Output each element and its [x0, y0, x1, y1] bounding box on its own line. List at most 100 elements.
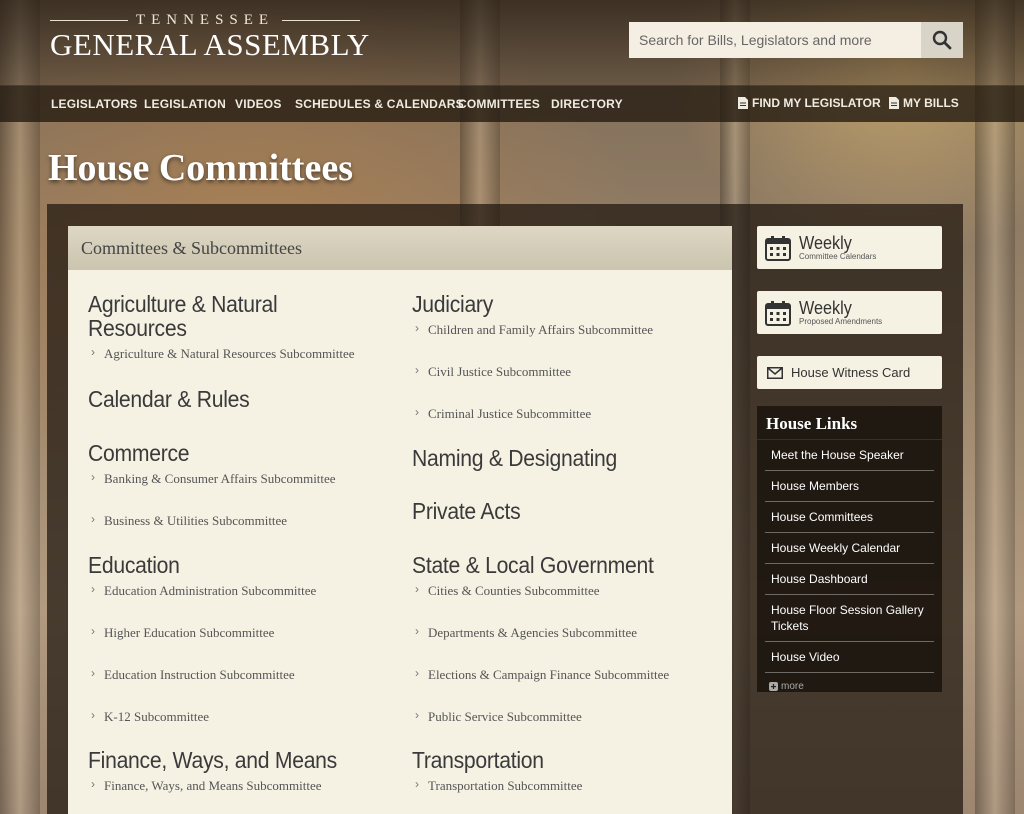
subcommittee-link[interactable]: › Transportation Subcommittee — [412, 777, 732, 794]
subcommittee-label: Banking & Consumer Affairs Subcommittee — [104, 471, 336, 486]
committee-title[interactable]: Private Acts — [412, 499, 706, 523]
chevron-right-icon: › — [415, 321, 419, 335]
find-my-legislator-link[interactable]: FIND MY LEGISLATOR — [738, 96, 881, 110]
committee-title[interactable]: Commerce — [88, 441, 382, 465]
subcommittee-label: Education Administration Subcommittee — [104, 583, 317, 598]
find-my-legislator-label: FIND MY LEGISLATOR — [752, 96, 881, 110]
card-subheading: Proposed Amendments — [799, 316, 883, 326]
committee-title[interactable]: State & Local Government — [412, 553, 706, 577]
search-input[interactable] — [629, 22, 921, 58]
subcommittee-label: Criminal Justice Subcommittee — [428, 406, 592, 421]
subcommittee-link[interactable]: › Criminal Justice Subcommittee — [412, 405, 732, 422]
chevron-right-icon: › — [91, 666, 95, 680]
logo-rule — [282, 20, 361, 21]
chevron-right-icon: › — [91, 708, 95, 722]
chevron-right-icon: › — [91, 582, 95, 596]
chevron-right-icon: › — [415, 363, 419, 377]
search-icon — [932, 30, 952, 50]
chevron-right-icon: › — [91, 345, 95, 359]
document-icon — [889, 97, 899, 109]
logo-title: GENERAL ASSEMBLY — [50, 27, 370, 62]
plus-icon — [769, 682, 778, 691]
house-witness-card-button[interactable]: House Witness Card — [757, 356, 942, 389]
subcommittee-label: Cities & Counties Subcommittee — [428, 583, 600, 598]
committee-title-line: Resources — [88, 315, 187, 341]
nav-legislation[interactable]: LEGISLATION — [144, 97, 226, 111]
panel-title: Committees & Subcommittees — [68, 226, 732, 270]
subcommittee-label: Finance, Ways, and Means Subcommittee — [104, 778, 322, 793]
nav-schedules-calendars[interactable]: SCHEDULES & CALENDARS — [295, 97, 464, 111]
committee-title[interactable]: Agriculture & Natural Resources — [88, 292, 382, 340]
subcommittee-link[interactable]: › Public Service Subcommittee — [412, 708, 732, 725]
subcommittee-link[interactable]: › Business & Utilities Subcommittee — [88, 512, 408, 529]
committee-group: Judiciary › Children and Family Affairs S… — [412, 292, 732, 422]
subcommittee-link[interactable]: › Departments & Agencies Subcommittee — [412, 624, 732, 661]
committee-group: Finance, Ways, and Means › Finance, Ways,… — [88, 748, 408, 794]
chevron-right-icon: › — [415, 582, 419, 596]
chevron-right-icon: › — [415, 708, 419, 722]
site-logo[interactable]: TENNESSEE GENERAL ASSEMBLY — [50, 12, 370, 64]
witness-card-label: House Witness Card — [791, 365, 911, 380]
link-meet-speaker[interactable]: Meet the House Speaker — [765, 440, 934, 471]
subcommittee-link[interactable]: › K-12 Subcommittee — [88, 708, 408, 725]
subcommittee-link[interactable]: › Education Administration Subcommittee — [88, 582, 408, 619]
house-links-panel: House Links Meet the House Speaker House… — [757, 406, 942, 692]
house-links-title: House Links — [757, 406, 942, 440]
search-bar — [629, 22, 963, 58]
subcommittee-link[interactable]: › Education Instruction Subcommittee — [88, 666, 408, 703]
calendar-icon — [765, 235, 791, 261]
chevron-right-icon: › — [91, 470, 95, 484]
subcommittee-label: Civil Justice Subcommittee — [428, 364, 571, 379]
subcommittee-link[interactable]: › Elections & Campaign Finance Subcommitt… — [412, 666, 732, 703]
envelope-icon — [767, 366, 783, 379]
document-icon — [738, 97, 748, 109]
link-house-dashboard[interactable]: House Dashboard — [765, 564, 934, 595]
subcommittee-link[interactable]: › Banking & Consumer Affairs Subcommittee — [88, 470, 408, 507]
link-house-video[interactable]: House Video — [765, 642, 934, 673]
committee-group: State & Local Government › Cities & Count… — [412, 553, 732, 725]
weekly-proposed-amendments-button[interactable]: Weekly Proposed Amendments — [757, 291, 942, 334]
subcommittee-link[interactable]: › Higher Education Subcommittee — [88, 624, 408, 661]
more-links-button[interactable]: more — [769, 681, 942, 692]
committee-title[interactable]: Finance, Ways, and Means — [88, 748, 382, 772]
subcommittee-link[interactable]: › Finance, Ways, and Means Subcommittee — [88, 777, 408, 794]
nav-directory[interactable]: DIRECTORY — [551, 97, 623, 111]
chevron-right-icon: › — [415, 777, 419, 791]
link-house-committees[interactable]: House Committees — [765, 502, 934, 533]
committee-title[interactable]: Judiciary — [412, 292, 706, 316]
calendar-icon — [765, 300, 791, 326]
committee-title[interactable]: Transportation — [412, 748, 706, 772]
nav-videos[interactable]: VIDEOS — [235, 97, 282, 111]
nav-committees[interactable]: COMMITTEES — [458, 97, 540, 111]
committee-group: Naming & Designating — [412, 446, 732, 470]
weekly-committee-calendars-button[interactable]: Weekly Committee Calendars — [757, 226, 942, 269]
committee-group: Calendar & Rules — [88, 387, 408, 411]
committee-group: Education › Education Administration Subc… — [88, 553, 408, 725]
background-column — [0, 0, 40, 814]
subcommittee-link[interactable]: › Agriculture & Natural Resources Subcomm… — [88, 345, 408, 362]
link-house-members[interactable]: House Members — [765, 471, 934, 502]
subcommittee-link[interactable]: › Children and Family Affairs Subcommitte… — [412, 321, 732, 358]
card-heading: Weekly — [799, 232, 852, 253]
chevron-right-icon: › — [415, 405, 419, 419]
committee-title[interactable]: Naming & Designating — [412, 446, 706, 470]
search-button[interactable] — [921, 22, 963, 58]
chevron-right-icon: › — [415, 624, 419, 638]
subcommittee-link[interactable]: › Civil Justice Subcommittee — [412, 363, 732, 400]
more-label: more — [781, 681, 804, 692]
logo-rule — [50, 20, 128, 21]
committee-title[interactable]: Calendar & Rules — [88, 387, 382, 411]
committees-panel: Committees & Subcommittees Agriculture &… — [68, 226, 732, 814]
chevron-right-icon: › — [415, 666, 419, 680]
card-subheading: Committee Calendars — [799, 251, 877, 261]
my-bills-link[interactable]: MY BILLS — [889, 96, 959, 110]
subcommittee-label: Education Instruction Subcommittee — [104, 667, 295, 682]
link-gallery-tickets[interactable]: House Floor Session Gallery Tickets — [765, 595, 934, 642]
nav-legislators[interactable]: LEGISLATORS — [51, 97, 137, 111]
subcommittee-label: Children and Family Affairs Subcommittee — [428, 322, 654, 337]
link-weekly-calendar[interactable]: House Weekly Calendar — [765, 533, 934, 564]
subcommittee-link[interactable]: › Cities & Counties Subcommittee — [412, 582, 732, 619]
site-header: TENNESSEE GENERAL ASSEMBLY — [0, 0, 1024, 85]
main-nav: LEGISLATORS LEGISLATION VIDEOS SCHEDULES… — [0, 85, 1024, 122]
committee-title[interactable]: Education — [88, 553, 382, 577]
